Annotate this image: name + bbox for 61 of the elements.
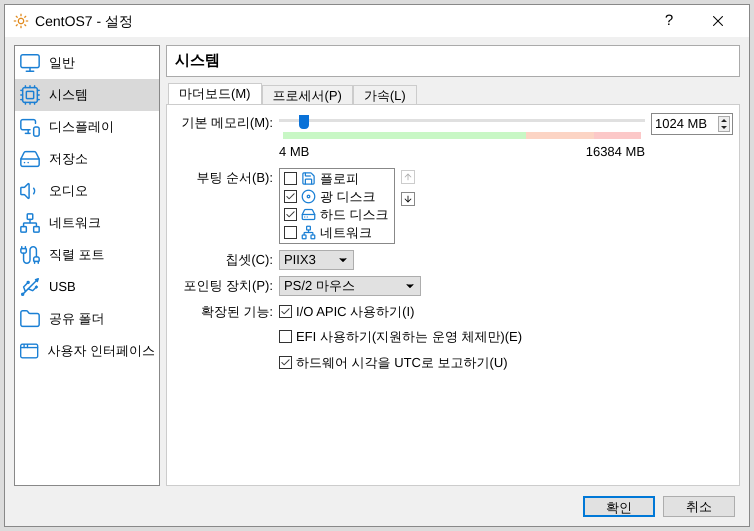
checkbox[interactable] bbox=[284, 172, 297, 185]
checkbox-label: EFI 사용하기(지원하는 운영 체제만)(E) bbox=[296, 328, 522, 346]
field-label: 확장된 기능: bbox=[200, 302, 273, 320]
checkbox[interactable] bbox=[284, 226, 297, 239]
sidebar-item[interactable]: 공유 폴더 bbox=[15, 303, 159, 335]
boot-device-item[interactable]: 플로피 bbox=[281, 170, 393, 188]
hard-drive-icon bbox=[19, 148, 41, 170]
disc-icon bbox=[301, 189, 316, 204]
chip-icon bbox=[19, 84, 41, 106]
slider-track[interactable] bbox=[279, 115, 645, 127]
checkbox[interactable] bbox=[279, 356, 292, 369]
sidebar-item[interactable]: 일반 bbox=[15, 47, 159, 79]
memory-spinbox[interactable]: 1024 MB bbox=[651, 113, 733, 135]
sidebar-item[interactable]: 직렬 포트 bbox=[15, 239, 159, 271]
usb-icon bbox=[19, 276, 41, 298]
tab[interactable]: 마더보드(M) bbox=[168, 83, 262, 104]
spin-arrows-icon bbox=[718, 116, 730, 132]
window-title: CentOS7 - 설정 bbox=[35, 12, 134, 30]
scale-max-label: 16384 MB bbox=[586, 143, 645, 161]
tab[interactable]: 가속(L) bbox=[352, 85, 417, 104]
sidebar-item[interactable]: USB bbox=[15, 271, 159, 303]
network-icon bbox=[19, 212, 41, 234]
dialog-button[interactable]: 확인 bbox=[583, 496, 655, 516]
checkbox[interactable] bbox=[284, 190, 297, 203]
cable-icon bbox=[19, 244, 41, 266]
sidebar-item[interactable]: 오디오 bbox=[15, 175, 159, 207]
monitor-icon bbox=[19, 52, 41, 74]
sidebar-item[interactable]: 네트워크 bbox=[15, 207, 159, 239]
checkbox-label: I/O APIC 사용하기(I) bbox=[296, 302, 414, 321]
checkbox[interactable] bbox=[279, 304, 292, 318]
dropdown[interactable]: PS/2 마우스 bbox=[279, 276, 421, 296]
field-label: 부팅 순서(B): bbox=[195, 168, 273, 187]
network-icon bbox=[301, 225, 316, 240]
move-down-button[interactable] bbox=[401, 192, 415, 206]
sidebar-item[interactable]: 저장소 bbox=[15, 143, 159, 175]
sidebar-item[interactable]: 디스플레이 bbox=[15, 111, 159, 143]
field-label: 포인팅 장치(P): bbox=[182, 276, 273, 295]
sidebar-item[interactable]: 시스템 bbox=[15, 79, 159, 111]
boot-device-item[interactable]: 하드 디스크 bbox=[281, 206, 393, 224]
display-icon bbox=[19, 116, 41, 138]
dialog-button[interactable]: 취소 bbox=[663, 496, 735, 516]
hard-drive-icon bbox=[301, 207, 316, 222]
arrow-up-icon bbox=[403, 172, 413, 182]
scale-min-label: 4 MB bbox=[279, 143, 310, 161]
field-label: 칩셋(C): bbox=[224, 250, 273, 269]
boot-device-item[interactable]: 네트워크 bbox=[281, 224, 393, 242]
tab[interactable]: 프로세서(P) bbox=[262, 85, 353, 104]
checkbox[interactable] bbox=[284, 208, 297, 221]
boot-device-item[interactable]: 광 디스크 bbox=[281, 188, 393, 206]
checkbox-label: 하드웨어 시각을 UTC로 보고하기(U) bbox=[296, 354, 508, 372]
help-button[interactable]: ? bbox=[649, 10, 689, 32]
page-title: 시스템 bbox=[175, 50, 220, 71]
arrow-down-icon bbox=[403, 194, 413, 204]
field-label: 기본 메모리(M): bbox=[180, 114, 273, 132]
sidebar-item[interactable]: 사용자 인터페이스 bbox=[15, 335, 159, 367]
checkbox[interactable] bbox=[279, 330, 292, 344]
dropdown[interactable]: PIIX3 bbox=[279, 250, 354, 270]
app-icon bbox=[13, 13, 29, 29]
slider-thumb[interactable] bbox=[298, 115, 309, 129]
floppy-icon bbox=[301, 171, 316, 186]
folder-icon bbox=[19, 308, 41, 330]
